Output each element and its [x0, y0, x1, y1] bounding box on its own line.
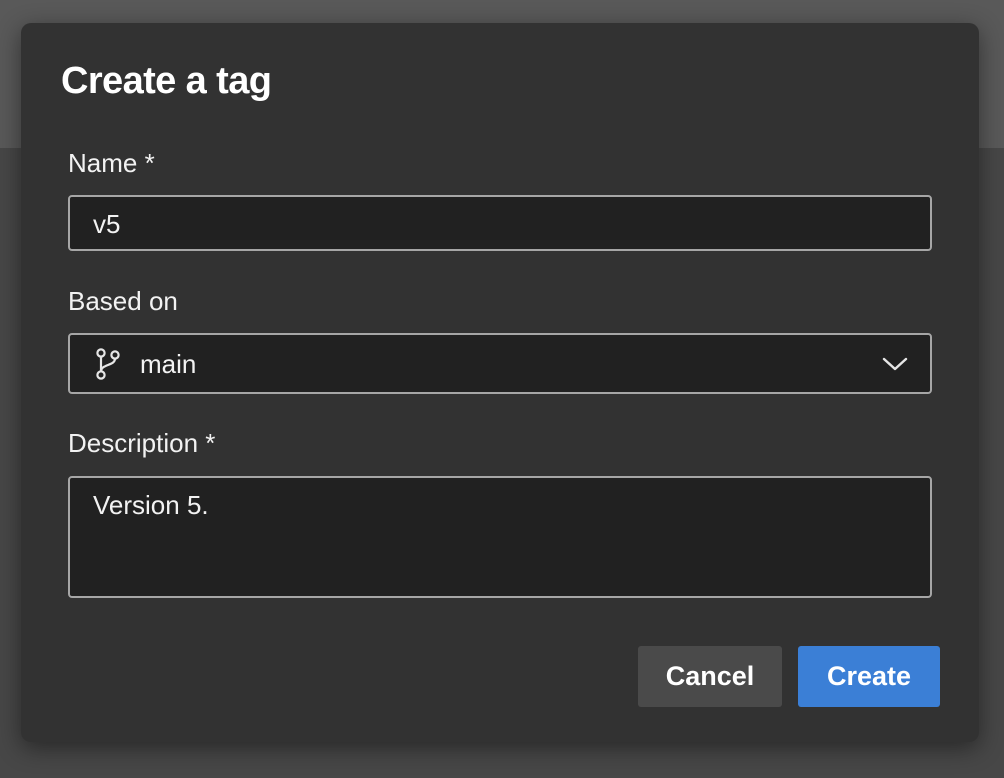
- description-label: Description *: [68, 428, 216, 458]
- based-on-label: Based on: [68, 286, 178, 316]
- dialog-title: Create a tag: [61, 60, 272, 102]
- name-input-value: v5: [93, 209, 121, 239]
- create-button[interactable]: Create: [798, 646, 940, 707]
- git-branch-icon: [96, 348, 120, 380]
- based-on-select[interactable]: main: [68, 333, 932, 394]
- cancel-button[interactable]: Cancel: [638, 646, 782, 707]
- name-input[interactable]: v5: [68, 195, 932, 251]
- name-label: Name *: [68, 148, 155, 178]
- description-value: Version 5.: [93, 490, 209, 520]
- based-on-value: main: [140, 349, 197, 379]
- create-tag-dialog: Create a tag Name * v5 Based on main Des…: [21, 23, 979, 742]
- description-textarea[interactable]: Version 5.: [68, 476, 932, 598]
- chevron-down-icon: [882, 357, 908, 371]
